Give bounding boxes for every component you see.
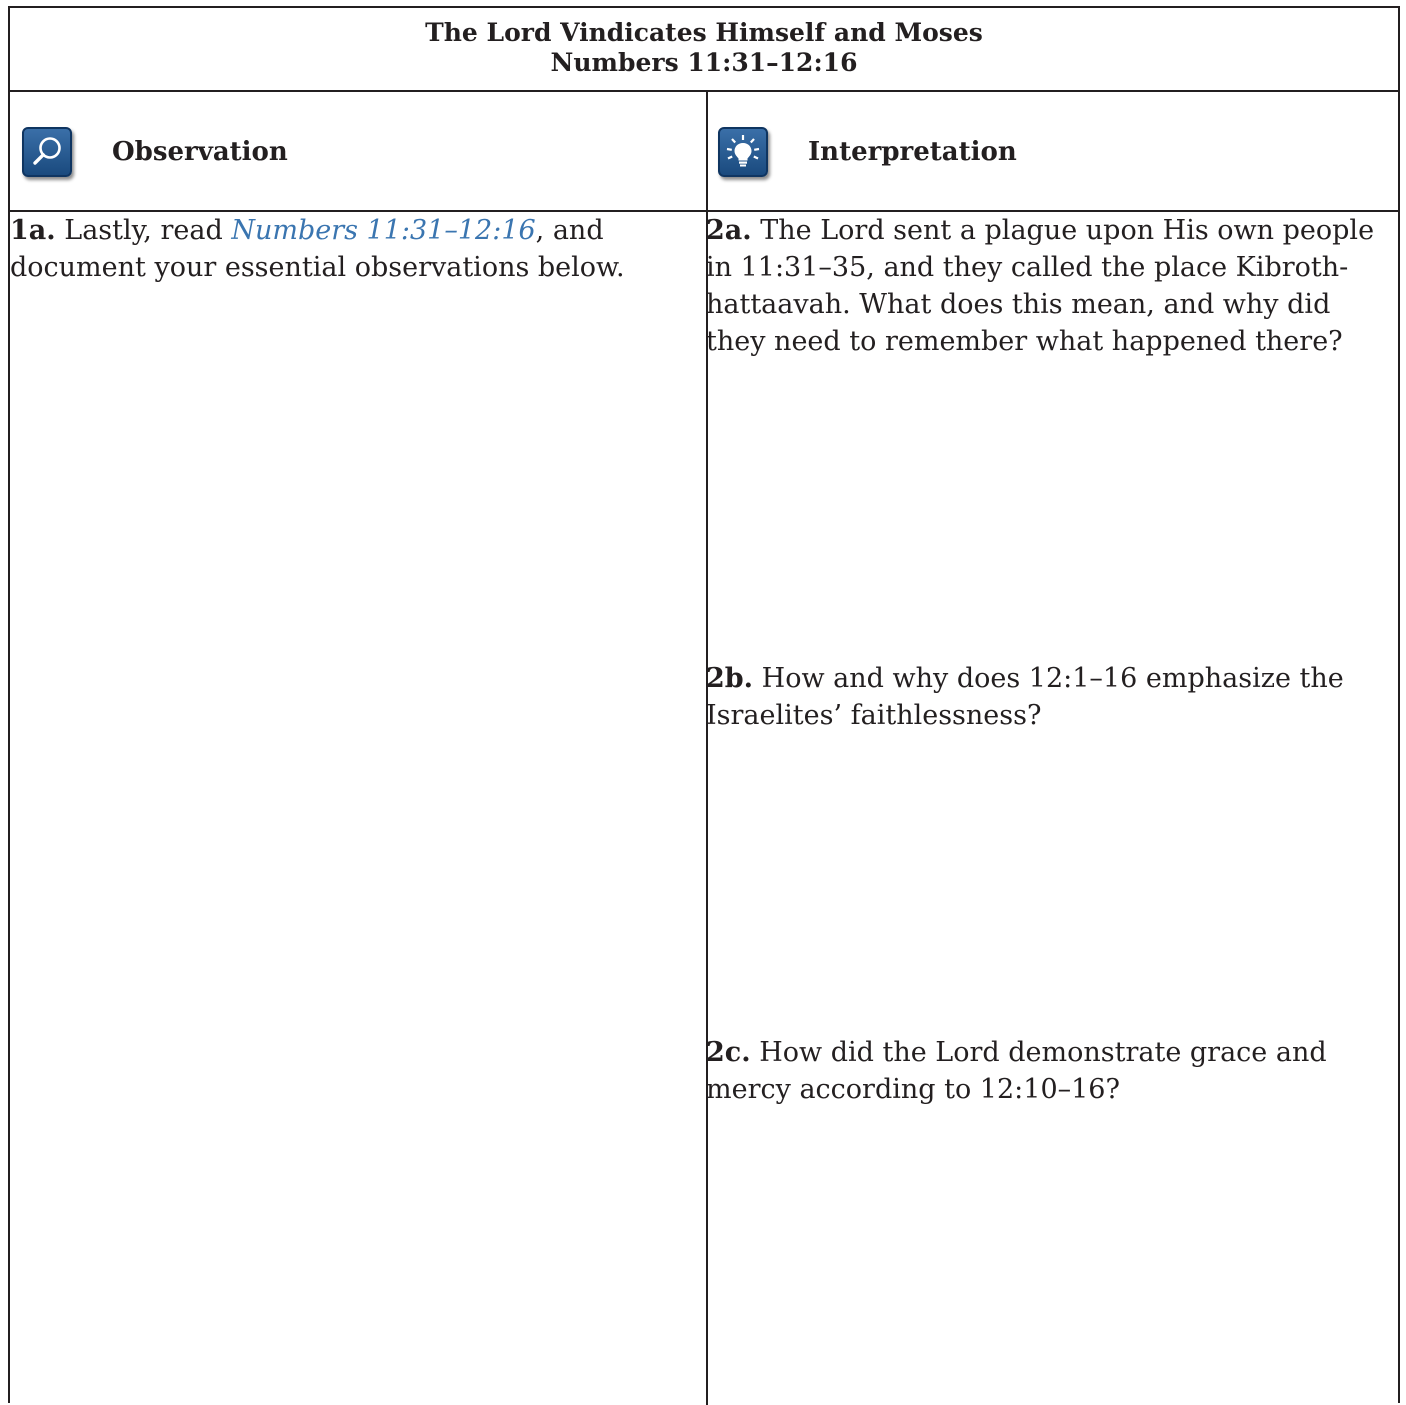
question-2b-number: 2b. — [706, 663, 754, 694]
question-2c-number: 2c. — [706, 1037, 751, 1068]
magnifying-glass-icon — [22, 127, 72, 177]
question-1a-text-before: Lastly, read — [55, 215, 232, 246]
question-1a: 1a. Lastly, read Numbers 11:31–12:16, an… — [10, 212, 690, 286]
question-2c: 2c. How did the Lord demonstrate grace a… — [706, 1034, 1382, 1108]
interpretation-label: Interpretation — [808, 137, 1017, 167]
question-1a-number: 1a. — [10, 215, 56, 246]
lightbulb-icon — [718, 127, 768, 177]
question-2b-text: How and why does 12:1–16 emphasize the I… — [706, 663, 1344, 731]
question-2c-text: How did the Lord demonstrate grace and m… — [706, 1037, 1327, 1105]
page-title: The Lord Vindicates Himself and Moses Nu… — [10, 8, 1398, 92]
column-header-row: Observation Interpretation — [10, 94, 1398, 212]
question-2a-number: 2a. — [706, 215, 752, 246]
question-2b: 2b. How and why does 12:1–16 emphasize t… — [706, 660, 1382, 734]
observation-label: Observation — [112, 137, 288, 167]
scripture-reference-link[interactable]: Numbers 11:31–12:16 — [231, 215, 535, 246]
title-line-2: Numbers 11:31–12:16 — [550, 48, 858, 77]
question-2a: 2a. The Lord sent a plague upon His own … — [706, 212, 1382, 360]
title-line-1: The Lord Vindicates Himself and Moses — [425, 18, 983, 47]
observation-header: Observation — [22, 94, 288, 210]
question-2a-text: The Lord sent a plague upon His own peop… — [706, 215, 1375, 357]
interpretation-header: Interpretation — [718, 94, 1017, 210]
